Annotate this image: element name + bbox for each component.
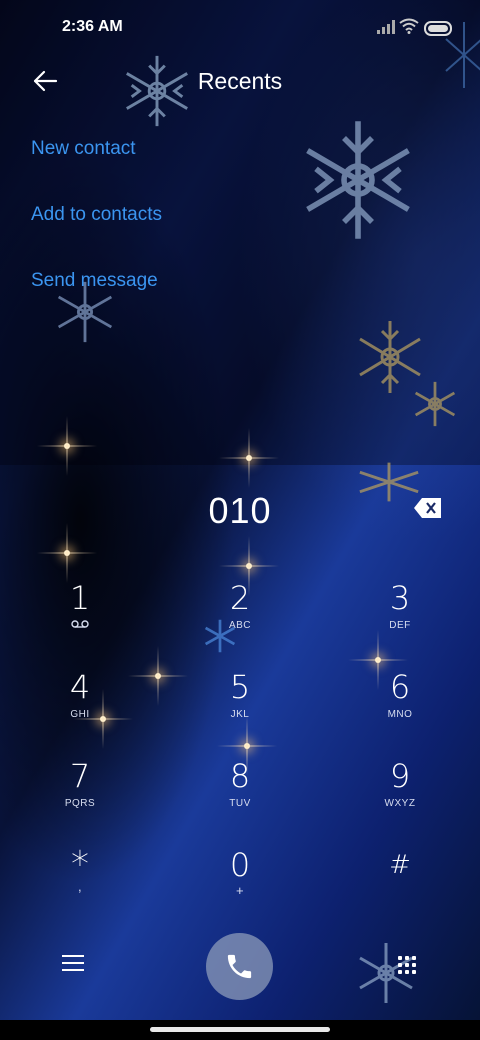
key-digit: 7 [69, 757, 91, 795]
sparkle-decoration [246, 563, 252, 569]
key-letters: MNO [387, 709, 413, 720]
key-digit: 6 [389, 668, 411, 706]
signal-icon [377, 20, 395, 34]
key-letters: TUV [229, 798, 251, 809]
new-contact-link[interactable]: New contact [31, 138, 136, 160]
key-6[interactable]: 6 MNO [340, 669, 460, 749]
dialed-number: 010 [208, 490, 272, 531]
key-letters: DEF [389, 620, 411, 631]
key-hash[interactable]: # [340, 847, 460, 927]
header: Recents [0, 56, 480, 106]
key-7[interactable]: 7 PQRS [20, 758, 140, 838]
key-digit: 5 [229, 668, 251, 706]
menu-icon[interactable] [62, 955, 84, 973]
wifi-icon [399, 18, 419, 34]
key-letters: JKL [230, 709, 250, 720]
sparkle-decoration [246, 455, 252, 461]
key-letters: ABC [228, 620, 252, 631]
key-letters: , [77, 879, 83, 894]
voicemail-icon [20, 620, 140, 631]
key-9[interactable]: 9 WXYZ [340, 758, 460, 838]
key-2[interactable]: 2 ABC [180, 580, 300, 660]
key-5[interactable]: 5 JKL [180, 669, 300, 749]
snowflake-decoration [414, 381, 456, 427]
key-0[interactable]: 0 + [180, 847, 300, 927]
send-message-link[interactable]: Send message [31, 270, 158, 292]
key-digit: 3 [389, 579, 411, 617]
delete-icon[interactable] [413, 497, 443, 519]
page-title: Recents [197, 68, 283, 94]
status-time: 2:36 AM [62, 18, 123, 35]
home-indicator[interactable] [150, 1027, 330, 1032]
key-letters: GHI [70, 709, 90, 720]
key-letters: WXYZ [384, 798, 416, 809]
dialpad-icon[interactable] [398, 956, 416, 974]
key-digit: 4 [69, 668, 91, 706]
key-digit: 9 [389, 757, 411, 795]
key-4[interactable]: 4 GHI [20, 669, 140, 749]
phone-icon [227, 954, 252, 979]
key-3[interactable]: 3 DEF [340, 580, 460, 660]
key-star[interactable]: * , [20, 847, 140, 927]
sparkle-decoration [64, 550, 70, 556]
key-digit: # [389, 850, 411, 880]
key-8[interactable]: 8 TUV [180, 758, 300, 838]
key-letters: PQRS [64, 798, 96, 809]
sparkle-decoration [155, 673, 161, 679]
key-digit: * [71, 844, 89, 885]
key-digit: 8 [229, 757, 251, 795]
battery-icon [424, 21, 452, 36]
key-digit: 2 [229, 579, 251, 617]
status-bar: 2:36 AM [0, 0, 480, 56]
call-button[interactable] [206, 933, 273, 1000]
key-1[interactable]: 1 [20, 580, 140, 660]
snowflake-decoration [306, 121, 410, 239]
sparkle-decoration [64, 443, 70, 449]
add-to-contacts-link[interactable]: Add to contacts [31, 204, 162, 226]
key-digit: 0 [229, 846, 251, 884]
key-digit: 1 [69, 579, 91, 617]
key-letters: + [235, 883, 245, 898]
